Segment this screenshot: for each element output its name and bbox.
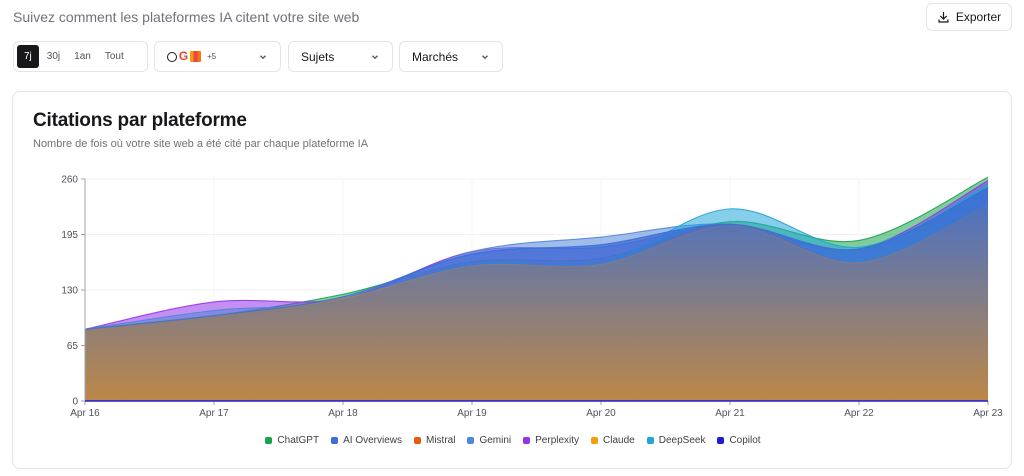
chevron-down-icon bbox=[482, 54, 488, 59]
legend-label: Claude bbox=[603, 435, 635, 446]
legend-label: Perplexity bbox=[535, 435, 580, 446]
x-tick-label: Apr 22 bbox=[844, 408, 874, 419]
mistral-icon bbox=[190, 51, 201, 62]
citations-chart-card: Citations par plateforme Nombre de fois … bbox=[12, 91, 1012, 469]
legend-swatch bbox=[717, 437, 725, 444]
period-30d[interactable]: 30j bbox=[41, 45, 66, 68]
google-icon: G bbox=[178, 49, 189, 63]
markets-label: Marchés bbox=[412, 49, 459, 64]
citations-area-chart[interactable]: 0 65 130 195 260 Apr 16 Apr 17 Apr 18 Apr 19 Apr … bbox=[13, 92, 1013, 470]
legend-swatch bbox=[265, 437, 273, 444]
y-tick-label: 260 bbox=[61, 175, 78, 186]
legend-item-claude[interactable]: Claude bbox=[591, 435, 635, 446]
chart-legend: ChatGPT AI Overviews Mistral Gemini Perplexi… bbox=[13, 435, 1013, 446]
topics-dropdown[interactable]: Sujets bbox=[288, 41, 393, 72]
legend-label: Gemini bbox=[479, 435, 512, 446]
period-1y[interactable]: 1an bbox=[68, 45, 97, 68]
series-area-ai-overviews bbox=[85, 187, 988, 401]
legend-label: AI Overviews bbox=[343, 435, 402, 446]
legend-swatch bbox=[467, 437, 475, 444]
x-tick-label: Apr 20 bbox=[586, 408, 616, 419]
legend-item-deepseek[interactable]: DeepSeek bbox=[646, 435, 706, 446]
x-tick-label: Apr 18 bbox=[328, 408, 358, 419]
download-icon bbox=[938, 11, 949, 23]
legend-swatch bbox=[414, 437, 421, 444]
legend-swatch bbox=[646, 437, 654, 444]
legend-label: Copilot bbox=[729, 435, 761, 446]
y-tick-label: 0 bbox=[72, 397, 78, 408]
chevron-down-icon bbox=[372, 54, 378, 59]
platforms-dropdown[interactable]: G +5 bbox=[154, 41, 281, 72]
legend-swatch bbox=[331, 437, 339, 444]
more-platforms-count: +5 bbox=[207, 52, 217, 61]
export-button[interactable]: Exporter bbox=[926, 3, 1012, 31]
header-subtitle: Suivez comment les plateformes IA citent… bbox=[13, 9, 360, 25]
x-tick-label: Apr 19 bbox=[457, 408, 487, 419]
y-tick-label: 130 bbox=[61, 286, 78, 297]
platform-icons: G +5 bbox=[167, 49, 217, 63]
legend-item-gemini[interactable]: Gemini bbox=[467, 435, 511, 446]
legend-label: Mistral bbox=[426, 435, 456, 446]
x-tick-label: Apr 21 bbox=[715, 408, 745, 419]
export-label: Exporter bbox=[955, 10, 1002, 24]
legend-swatch bbox=[591, 437, 599, 444]
x-tick-label: Apr 17 bbox=[199, 408, 229, 419]
period-7d[interactable]: 7j bbox=[17, 45, 39, 68]
topics-label: Sujets bbox=[301, 49, 335, 64]
chatgpt-icon bbox=[167, 51, 177, 62]
legend-label: ChatGPT bbox=[277, 435, 320, 446]
legend-swatch bbox=[523, 437, 531, 444]
legend-item-mistral[interactable]: Mistral bbox=[414, 435, 455, 446]
y-tick-label: 65 bbox=[67, 341, 79, 352]
period-all[interactable]: Tout bbox=[99, 45, 130, 68]
chevron-down-icon bbox=[260, 54, 266, 59]
legend-item-perplexity[interactable]: Perplexity bbox=[523, 435, 579, 446]
y-tick-label: 195 bbox=[61, 230, 78, 241]
legend-label: DeepSeek bbox=[658, 435, 706, 446]
legend-item-chatgpt[interactable]: ChatGPT bbox=[265, 435, 319, 446]
x-tick-label: Apr 16 bbox=[70, 408, 100, 419]
legend-item-copilot[interactable]: Copilot bbox=[717, 435, 761, 446]
markets-dropdown[interactable]: Marchés bbox=[399, 41, 503, 72]
period-selector: 7j 30j 1an Tout bbox=[13, 41, 148, 72]
x-tick-label: Apr 23 bbox=[973, 408, 1003, 419]
legend-item-ai-overviews[interactable]: AI Overviews bbox=[331, 435, 402, 446]
